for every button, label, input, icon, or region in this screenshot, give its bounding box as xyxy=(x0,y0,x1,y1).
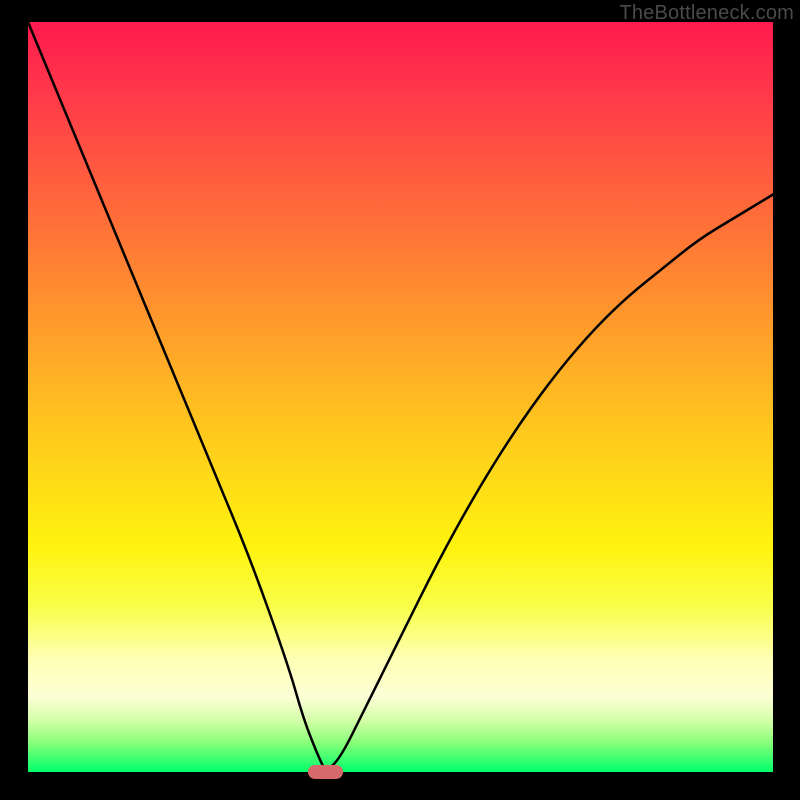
chart-frame: TheBottleneck.com xyxy=(0,0,800,800)
bottleneck-curve xyxy=(28,22,773,772)
watermark-text: TheBottleneck.com xyxy=(619,2,794,25)
optimum-marker xyxy=(308,765,343,779)
plot-area xyxy=(28,22,773,772)
